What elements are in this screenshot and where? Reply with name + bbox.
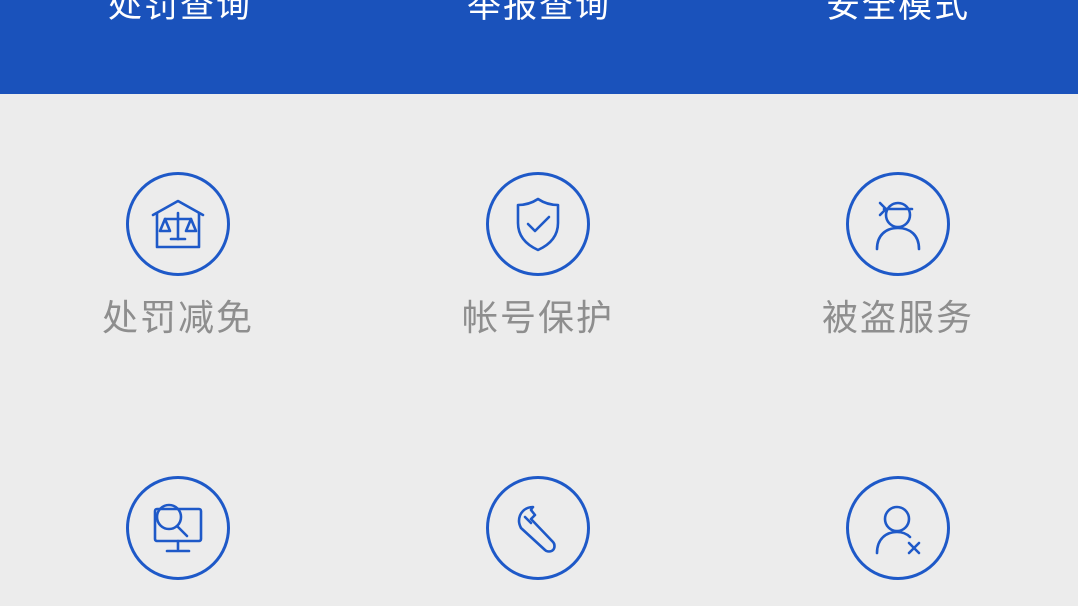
stolen-service-item[interactable]: 被盗服务	[748, 172, 1048, 342]
repair-tool-item[interactable]	[388, 476, 688, 600]
monitor-search-item[interactable]	[28, 476, 328, 600]
tab-safe-mode[interactable]: 安全模式	[718, 0, 1078, 30]
shield-check-icon	[486, 172, 590, 276]
account-protection-item[interactable]: 帐号保护	[388, 172, 688, 342]
wrench-icon	[486, 476, 590, 580]
bandit-person-icon	[846, 172, 950, 276]
person-remove-icon	[846, 476, 950, 580]
stolen-service-label: 被盗服务	[821, 298, 974, 339]
courthouse-scales-icon	[126, 172, 230, 276]
top-nav-bar: 处罚查询 举报查询 安全模式	[0, 0, 1078, 94]
tab-report-query[interactable]: 举报查询	[359, 0, 719, 30]
penalty-relief-item[interactable]: 处罚减免	[28, 172, 328, 342]
account-remove-item[interactable]	[748, 476, 1048, 600]
monitor-search-icon	[126, 476, 230, 580]
penalty-relief-label: 处罚减免	[101, 298, 254, 339]
account-protection-label: 帐号保护	[461, 298, 614, 339]
tab-penalty-query[interactable]: 处罚查询	[0, 0, 360, 30]
